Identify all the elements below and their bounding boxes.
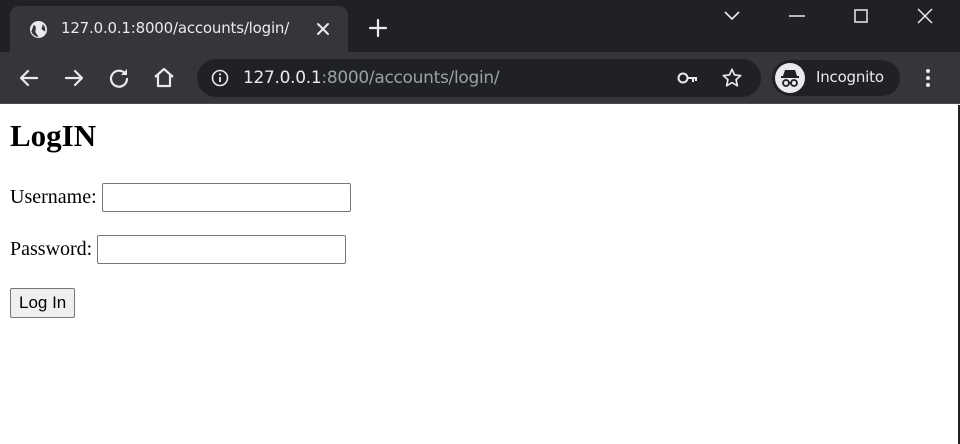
browser-toolbar: 127.0.0.1:8000/accounts/login/ Incognito: [0, 52, 960, 104]
login-button[interactable]: Log In: [10, 288, 76, 318]
address-bar[interactable]: 127.0.0.1:8000/accounts/login/: [197, 59, 761, 97]
reload-icon[interactable]: [107, 66, 131, 90]
url-host: 127.0.0.1: [243, 68, 322, 88]
tab-title: 127.0.0.1:8000/accounts/login/: [61, 19, 290, 37]
page-content: LogIN Username: Password: Log In: [0, 105, 960, 444]
password-row: Password:: [10, 235, 347, 264]
incognito-label: Incognito: [816, 68, 884, 86]
browser-titlebar: 127.0.0.1:8000/accounts/login/: [0, 0, 960, 52]
info-icon[interactable]: [211, 69, 229, 87]
forward-arrow-icon[interactable]: [62, 66, 86, 90]
chevron-down-icon[interactable]: [700, 0, 764, 32]
back-arrow-icon[interactable]: [17, 66, 41, 90]
username-row: Username:: [10, 183, 351, 212]
page-title: LogIN: [10, 118, 97, 153]
home-icon[interactable]: [152, 66, 176, 90]
close-icon[interactable]: [315, 21, 331, 37]
plus-icon[interactable]: [368, 18, 388, 38]
kebab-menu-icon[interactable]: [918, 68, 938, 88]
username-input[interactable]: [101, 183, 351, 212]
username-label: Username:: [10, 186, 97, 208]
minimize-icon[interactable]: [765, 0, 829, 32]
star-icon[interactable]: [721, 67, 743, 89]
maximize-icon[interactable]: [829, 0, 893, 32]
password-label: Password:: [10, 238, 93, 260]
globe-icon: [29, 20, 48, 39]
incognito-icon: [775, 63, 805, 93]
incognito-indicator[interactable]: Incognito: [772, 60, 900, 96]
browser-tab[interactable]: 127.0.0.1:8000/accounts/login/: [10, 6, 348, 52]
password-input[interactable]: [97, 235, 347, 264]
window-close-icon[interactable]: [893, 0, 957, 32]
url-text: 127.0.0.1:8000/accounts/login/: [243, 68, 500, 88]
key-icon[interactable]: [677, 70, 699, 86]
url-path: :8000/accounts/login/: [321, 68, 500, 88]
